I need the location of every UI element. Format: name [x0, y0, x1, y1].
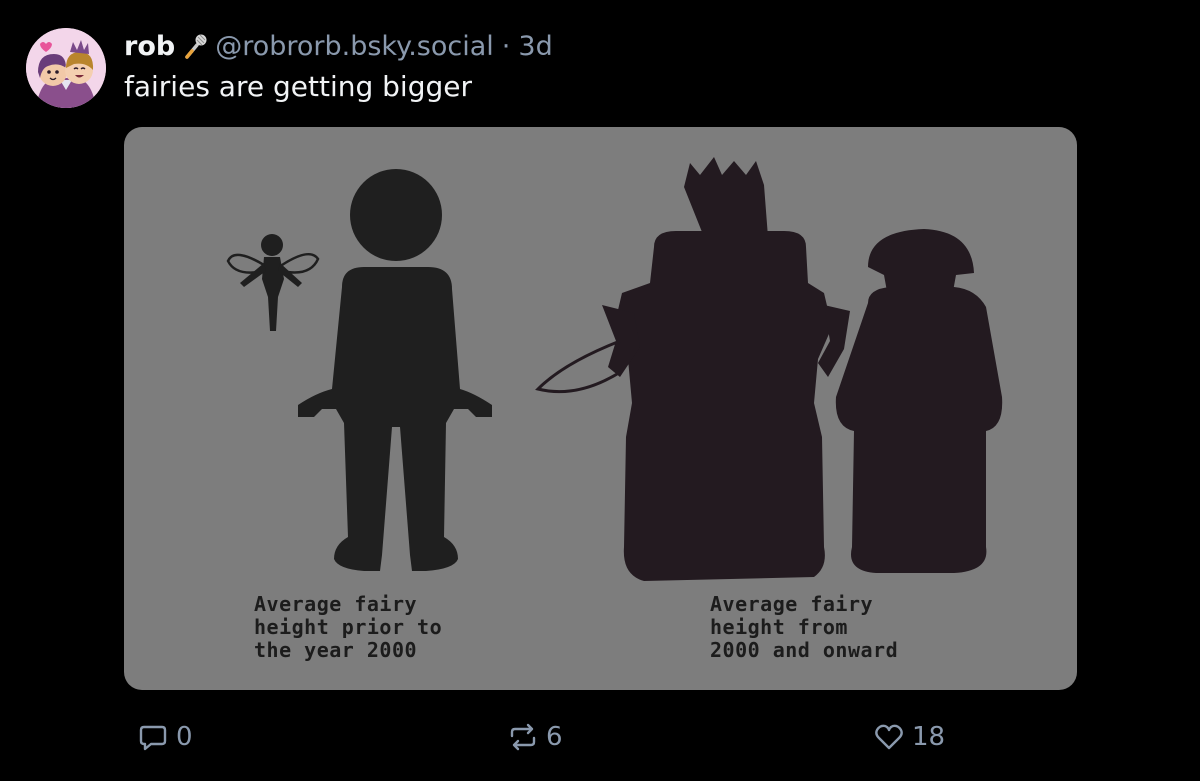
post-text: fairies are getting bigger [124, 70, 472, 103]
small-fairy-silhouette [226, 234, 320, 331]
post: rob @robrorb.bsky.social · 3d fairies ar… [0, 0, 1200, 781]
display-name[interactable]: rob [124, 31, 175, 62]
post-image[interactable]: Average fairy height prior to the year 2… [124, 127, 1077, 690]
caption-after-2000: Average fairy height from 2000 and onwar… [710, 592, 899, 662]
like-count: 18 [912, 722, 946, 752]
reply-count: 0 [176, 722, 193, 752]
heart-icon [875, 724, 903, 750]
old-fairy-silhouette [298, 169, 492, 571]
microphone-icon [183, 31, 209, 61]
reply-button[interactable]: 0 [138, 722, 193, 752]
post-header: rob @robrorb.bsky.social · 3d [124, 28, 553, 64]
post-timestamp[interactable]: 3d [518, 31, 552, 62]
like-button[interactable]: 18 [874, 722, 945, 752]
avatar[interactable] [26, 28, 106, 108]
avatar-image [26, 28, 106, 108]
separator-dot: · [501, 30, 511, 62]
author-handle[interactable]: @robrorb.bsky.social [215, 31, 494, 62]
repost-arrows-icon [510, 723, 536, 751]
speech-bubble-icon [139, 725, 167, 751]
post-actions: 0 6 18 [0, 722, 1200, 762]
repost-button[interactable]: 6 [508, 722, 563, 752]
big-fairy-silhouette [602, 157, 850, 581]
repost-count: 6 [546, 722, 563, 752]
companion-silhouette [835, 229, 1003, 573]
caption-before-2000: Average fairy height prior to the year 2… [254, 592, 443, 662]
